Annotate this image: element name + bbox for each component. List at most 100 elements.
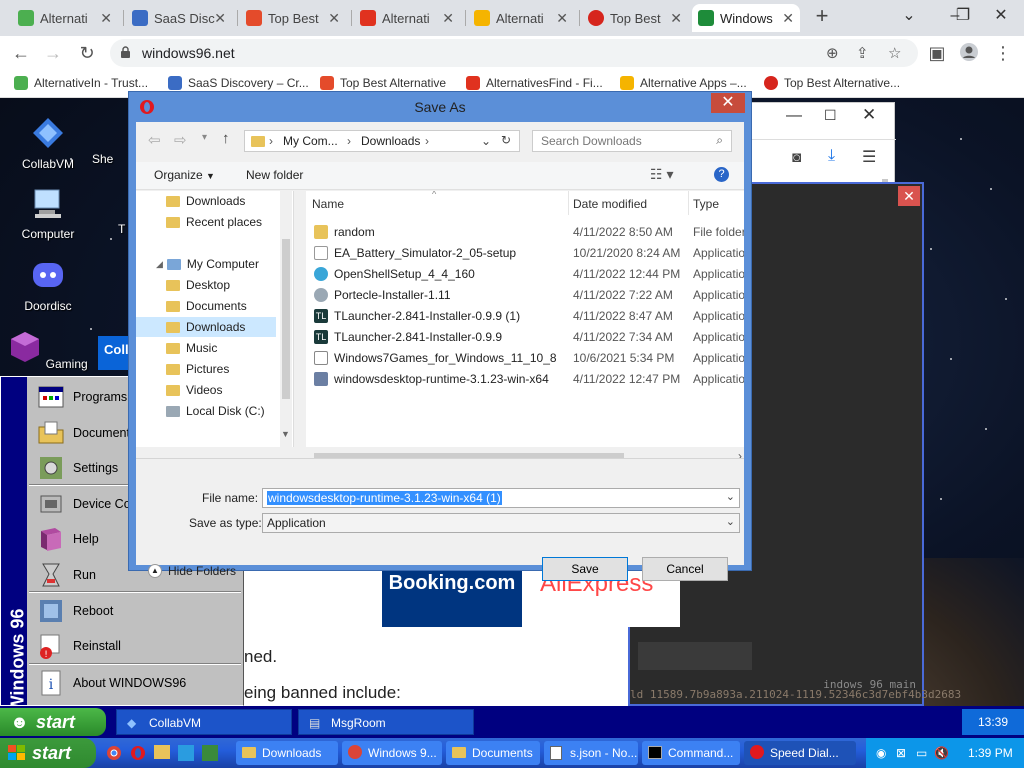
tray-monitor-icon[interactable]: ▭	[916, 738, 927, 768]
tab-close-icon[interactable]: ✕	[782, 10, 794, 27]
file-row[interactable]: Windows7Games_for_Windows_11_10_8 10/6/20…	[306, 348, 744, 369]
new-folder-button[interactable]: New folder	[246, 168, 303, 182]
browser-tab-active[interactable]: Windows ✕	[692, 4, 800, 32]
bookmark-item[interactable]: SaaS Discovery – Cr...	[168, 76, 309, 90]
view-options-icon[interactable]: ☷ ▾	[650, 166, 673, 183]
save-button[interactable]: Save	[542, 557, 628, 581]
start-menu-reinstall[interactable]: ! Reinstall	[27, 628, 245, 664]
file-row[interactable]: EA_Battery_Simulator-2_05-setup 10/21/202…	[306, 243, 744, 264]
forward-arrow-icon[interactable]: →	[42, 42, 64, 64]
browser-tab-5[interactable]: Alternati ✕	[468, 4, 574, 32]
tab-close-icon[interactable]: ✕	[556, 10, 568, 27]
nav-item-local-disk[interactable]: Local Disk (C:)	[166, 401, 265, 421]
cancel-button[interactable]: Cancel	[642, 557, 728, 581]
tray-clock[interactable]: 1:39 PM	[968, 738, 1013, 768]
file-row[interactable]: Portecle-Installer-1.11 4/11/2022 7:22 AM…	[306, 285, 744, 306]
sidebar-icon[interactable]: ▣	[926, 42, 948, 64]
taskbar-item-collabvm[interactable]: ◆ CollabVM	[116, 709, 292, 735]
new-tab-button[interactable]: +	[810, 4, 834, 28]
xp-start-button[interactable]: start	[0, 738, 96, 768]
tray-volume-muted-icon[interactable]: 🔇	[934, 738, 949, 768]
desktop-icon-partial[interactable]: She	[92, 152, 132, 166]
profile-avatar-icon[interactable]	[958, 42, 980, 64]
bookmark-item[interactable]: Top Best Alternative...	[764, 76, 900, 90]
nav-item-recent-places[interactable]: Recent places	[166, 212, 262, 232]
xp-task-speed-dial[interactable]: Speed Dial...	[744, 741, 856, 765]
nav-item-pictures[interactable]: Pictures	[166, 359, 229, 379]
forward-arrow-icon[interactable]: ⇨	[174, 131, 187, 149]
browser-tab-6[interactable]: Top Best ✕	[582, 4, 688, 32]
column-header-date[interactable]: Date modified	[573, 197, 647, 211]
tab-close-icon[interactable]: ✕	[328, 10, 340, 27]
bookmark-star-icon[interactable]: ☆	[888, 44, 901, 62]
nav-item-my-computer[interactable]: ◢ My Computer	[156, 254, 259, 274]
tray-chrome-icon[interactable]: ◉	[876, 738, 886, 768]
close-icon[interactable]: ✕	[898, 186, 920, 206]
file-row[interactable]: TL TLauncher-2.841-Installer-0.9.9 (1) 4/1…	[306, 306, 744, 327]
file-row[interactable]: random 4/11/2022 8:50 AM File folder	[306, 222, 744, 243]
save-as-type-select[interactable]: Application ⌄	[262, 513, 740, 533]
menu-kebab-icon[interactable]: ⋮	[992, 42, 1014, 64]
column-header-type[interactable]: Type	[693, 197, 719, 211]
address-breadcrumb[interactable]: › My Com... › Downloads › ⌄ ↻	[244, 130, 520, 152]
browser-tab-1[interactable]: Alternati ✕	[12, 4, 118, 32]
nav-item-downloads[interactable]: Downloads	[166, 191, 245, 211]
hide-folders-button[interactable]: ▲ Hide Folders	[148, 564, 236, 578]
desktop-icon-computer[interactable]: Computer	[8, 186, 88, 241]
up-arrow-icon[interactable]: ↑	[222, 130, 230, 147]
maximize-icon[interactable]: ☐	[824, 107, 837, 124]
start-menu-about[interactable]: i About WINDOWS96	[27, 665, 245, 701]
breadcrumb-my-computer[interactable]: My Com...	[283, 134, 338, 148]
bookmark-item[interactable]: AlternativesFind - Fi...	[466, 76, 603, 90]
file-row[interactable]: OpenShellSetup_4_4_160 4/11/2022 12:44 PM…	[306, 264, 744, 285]
nav-item-videos[interactable]: Videos	[166, 380, 222, 400]
xp-task-command[interactable]: Command...	[642, 741, 740, 765]
tab-close-icon[interactable]: ✕	[100, 10, 112, 27]
chevron-down-icon[interactable]: ⌄	[886, 0, 932, 32]
tab-close-icon[interactable]: ✕	[442, 10, 454, 27]
help-icon[interactable]: ?	[714, 167, 729, 182]
column-header-name[interactable]: Name	[312, 197, 344, 211]
desktop-icon-doordisc[interactable]: Doordisc	[8, 258, 88, 313]
address-bar[interactable]: windows96.net ⊕ ⇪ ☆	[110, 39, 918, 67]
browser-tab-2[interactable]: SaaS Disc ✕	[126, 4, 232, 32]
win96-start-button[interactable]: ☻ start	[0, 708, 106, 736]
dialog-close-button[interactable]: ✕	[711, 93, 745, 113]
chevron-down-icon[interactable]: ⌄	[481, 134, 491, 148]
xp-task-notepad[interactable]: s.json - No...	[544, 741, 638, 765]
dialog-title-bar[interactable]: Save As	[129, 92, 751, 122]
bookmark-item[interactable]: Alternative Apps –...	[620, 76, 747, 90]
search-downloads-input[interactable]: Search Downloads ⌕	[532, 130, 732, 152]
download-icon[interactable]: ⤓	[828, 147, 835, 165]
quicklaunch-chrome-icon[interactable]	[106, 745, 122, 764]
xp-task-downloads[interactable]: Downloads	[236, 741, 338, 765]
browser-tab-4[interactable]: Alternati ✕	[354, 4, 460, 32]
minimize-icon[interactable]: —	[786, 107, 802, 125]
quicklaunch-media-icon[interactable]	[178, 745, 194, 761]
organize-button[interactable]: Organize ▼	[154, 168, 215, 182]
zoom-icon[interactable]: ⊕	[826, 44, 839, 62]
close-icon[interactable]: ✕	[862, 105, 876, 125]
desktop-icon-gaming[interactable]: Gaming	[8, 330, 88, 371]
nav-item-desktop[interactable]: Desktop	[166, 275, 230, 295]
back-arrow-icon[interactable]: ⇦	[148, 131, 161, 149]
browser-tab-3[interactable]: Top Best ✕	[240, 4, 346, 32]
quicklaunch-opera-icon[interactable]	[130, 745, 146, 764]
camera-icon[interactable]: ◙	[792, 149, 801, 166]
file-name-input[interactable]: windowsdesktop-runtime-3.1.23-win-x64 (1…	[262, 488, 740, 508]
chevron-down-icon[interactable]: ▾	[202, 132, 207, 143]
nav-item-music[interactable]: Music	[166, 338, 217, 358]
share-icon[interactable]: ⇪	[856, 44, 869, 62]
start-menu-reboot[interactable]: Reboot	[27, 593, 245, 629]
quicklaunch-explorer-icon[interactable]	[154, 745, 170, 759]
xp-task-documents[interactable]: Documents	[446, 741, 540, 765]
refresh-icon[interactable]: ↻	[501, 133, 511, 147]
bookmark-item[interactable]: AlternativeIn - Trust...	[14, 76, 148, 90]
quicklaunch-app-icon[interactable]	[202, 745, 218, 761]
tray-network-icon[interactable]: ⊠	[896, 738, 906, 768]
close-window-icon[interactable]: ✕	[978, 0, 1024, 32]
tab-close-icon[interactable]: ✕	[214, 10, 226, 27]
file-row[interactable]: TL TLauncher-2.841-Installer-0.9.9 4/11/20…	[306, 327, 744, 348]
bookmark-item[interactable]: Top Best Alternative	[320, 76, 446, 90]
file-row[interactable]: windowsdesktop-runtime-3.1.23-win-x64 4/1…	[306, 369, 744, 390]
